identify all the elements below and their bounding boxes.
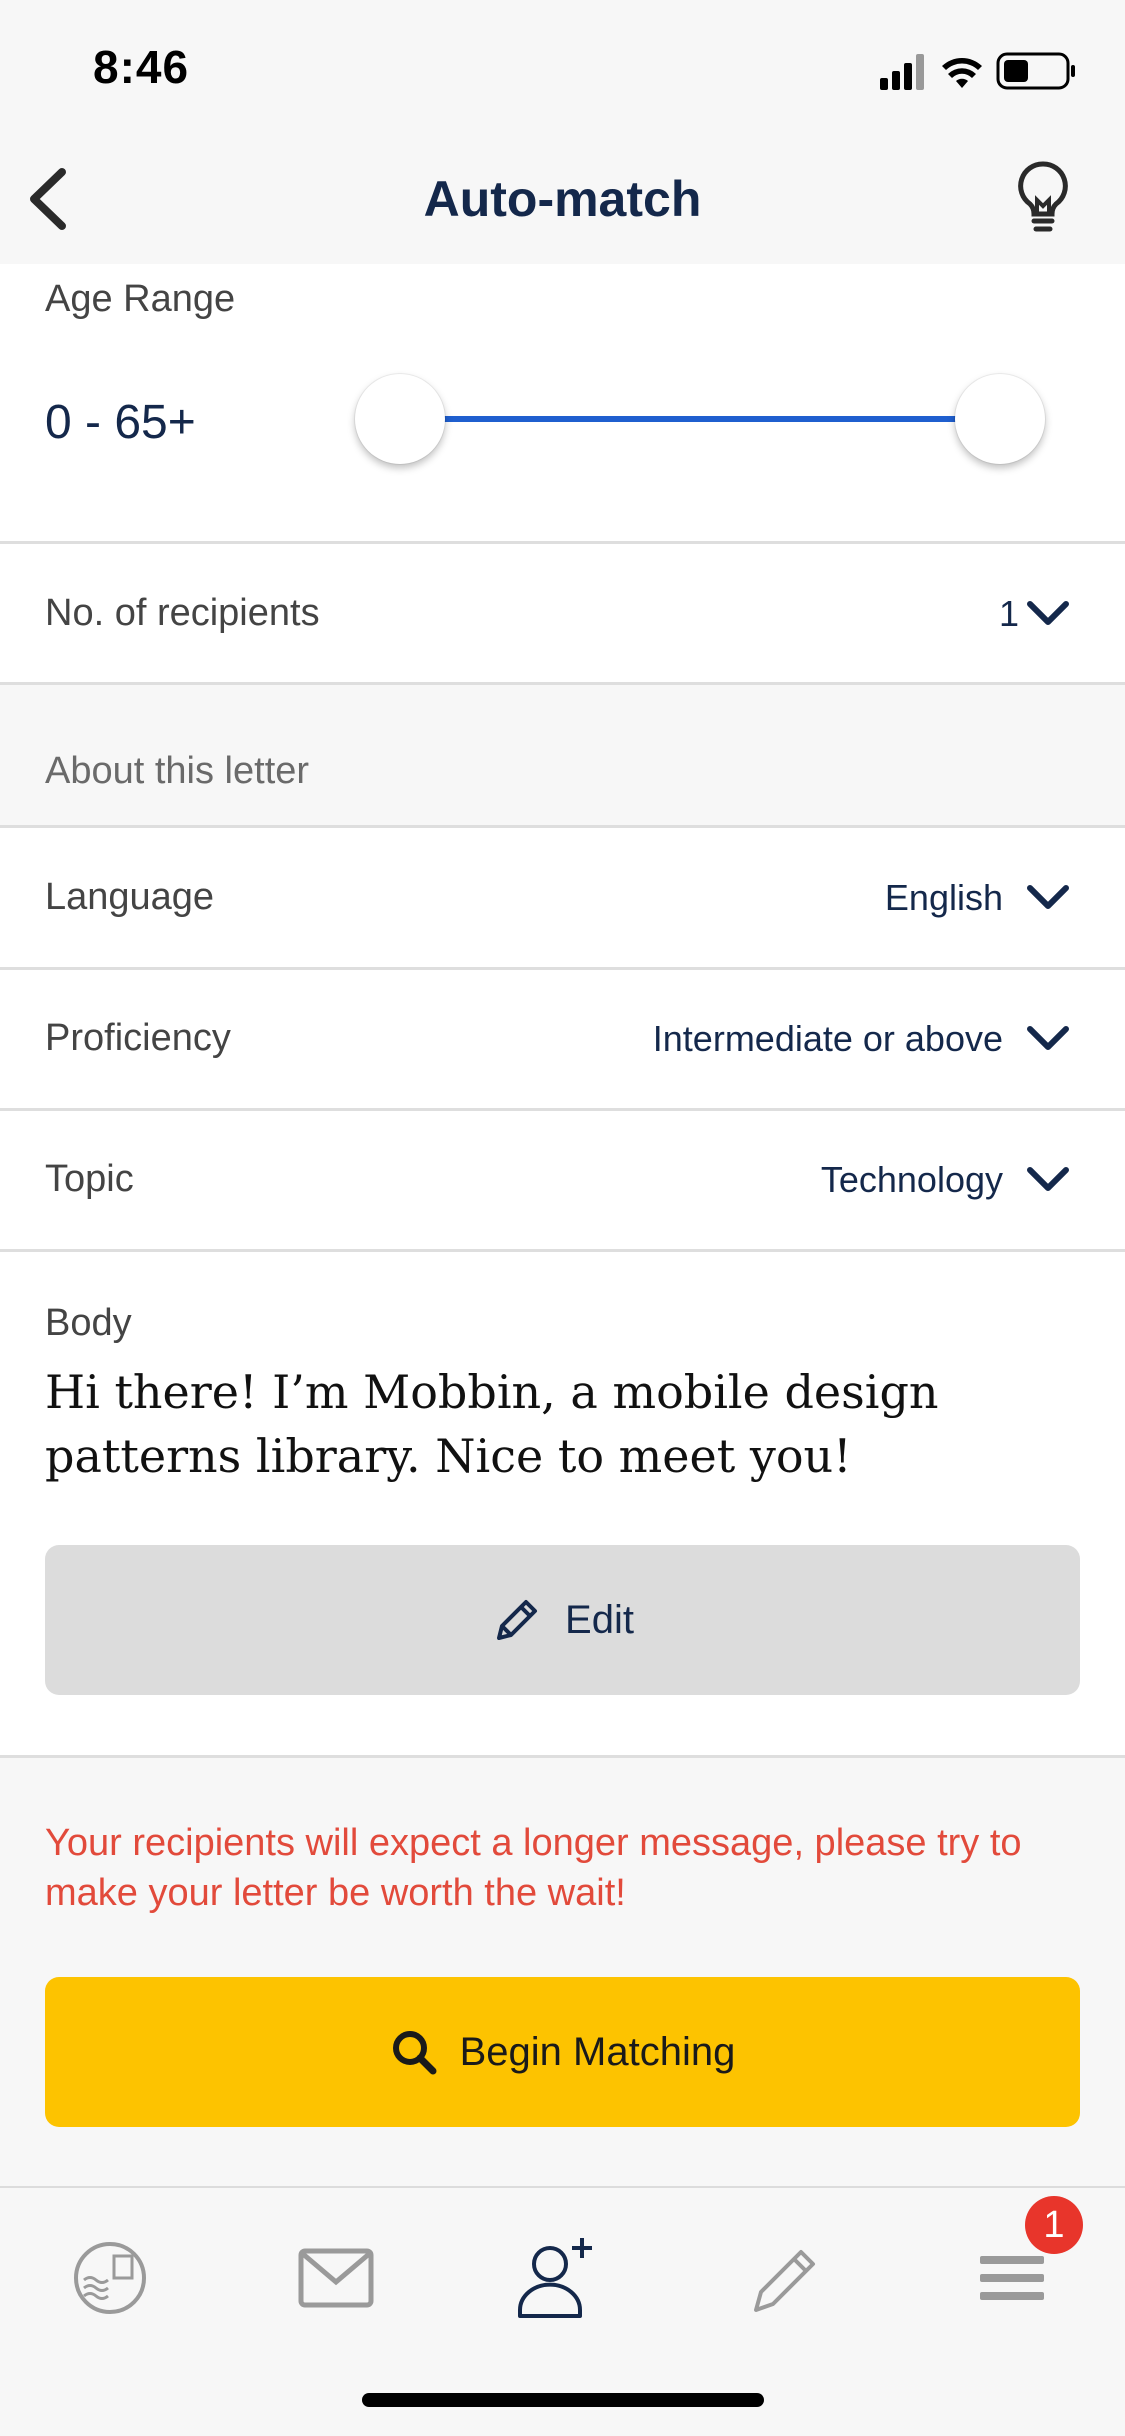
tab-mail[interactable]	[286, 2228, 386, 2328]
age-range-value: 0 - 65+	[45, 396, 196, 449]
age-range-label: Age Range	[45, 278, 236, 320]
topic-value: Technology	[820, 1159, 1003, 1200]
add-user-icon	[518, 2238, 592, 2318]
home-indicator	[362, 2393, 764, 2407]
proficiency-label: Proficiency	[45, 1017, 231, 1059]
edit-button-label: Edit	[565, 1597, 634, 1642]
menu-icon	[980, 2256, 1044, 2300]
page-title: Auto-match	[423, 171, 702, 227]
warning-text: Your recipients will expect a longer mes…	[45, 1822, 1022, 1914]
proficiency-value: Intermediate or above	[652, 1018, 1003, 1059]
pencil-icon	[754, 2250, 815, 2312]
stamp-icon	[74, 2242, 146, 2314]
mail-icon	[298, 2248, 374, 2308]
age-slider-track[interactable]	[400, 416, 1000, 422]
status-bar: 8:46	[0, 0, 1125, 132]
divider	[0, 1755, 1125, 1758]
language-label: Language	[45, 876, 215, 918]
tab-write[interactable]	[736, 2228, 836, 2328]
search-icon	[392, 2031, 437, 2075]
chevron-down-icon	[1027, 1026, 1069, 1050]
chevron-down-icon	[1027, 601, 1069, 625]
chevron-down-icon	[1027, 1167, 1069, 1191]
topic-label: Topic	[45, 1158, 134, 1200]
language-value: English	[884, 877, 1003, 918]
status-icons	[880, 48, 1080, 92]
battery-icon	[996, 52, 1075, 90]
signal-icon	[880, 54, 924, 90]
lightbulb-icon	[1018, 161, 1068, 232]
body-text: Hi there! I’m Mobbin, a mobile design pa…	[45, 1365, 939, 1483]
age-slider-min-handle[interactable]	[355, 374, 445, 464]
tab-auto-match[interactable]	[508, 2228, 608, 2328]
tips-button[interactable]	[1013, 158, 1073, 234]
tab-stamps[interactable]	[60, 2228, 160, 2328]
divider	[0, 682, 1125, 685]
about-section-header: About this letter	[45, 750, 310, 792]
wifi-icon	[942, 58, 982, 88]
body-label: Body	[45, 1302, 132, 1344]
nav-bar: Auto-match	[0, 132, 1125, 264]
recipients-value: 1	[998, 593, 1019, 634]
recipients-label: No. of recipients	[45, 592, 320, 634]
notification-badge: 1	[1025, 2196, 1083, 2254]
edit-button[interactable]: Edit	[45, 1545, 1080, 1695]
age-slider-max-handle[interactable]	[955, 374, 1045, 464]
begin-matching-button[interactable]: Begin Matching	[45, 1977, 1080, 2127]
begin-matching-label: Begin Matching	[459, 2029, 736, 2074]
chevron-down-icon	[1027, 885, 1069, 909]
status-time: 8:46	[93, 41, 190, 93]
pencil-icon	[497, 1600, 538, 1640]
